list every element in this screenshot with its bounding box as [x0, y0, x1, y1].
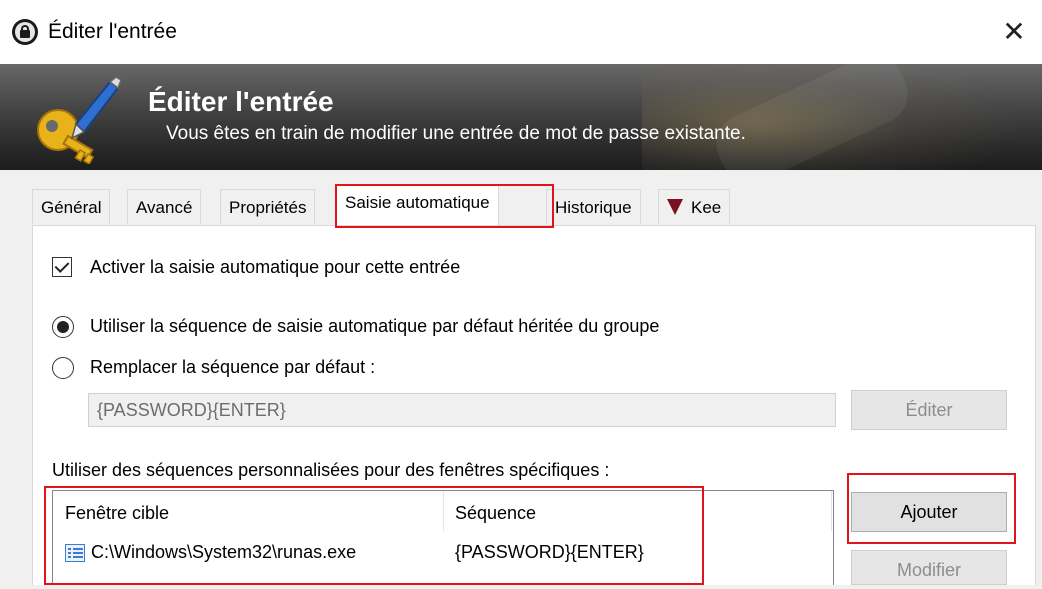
tab-properties[interactable]: Propriétés: [220, 189, 316, 224]
kee-icon: [667, 199, 683, 215]
table-row[interactable]: C:\Windows\System32\runas.exe {PASSWORD}…: [53, 539, 833, 569]
column-header-target-window[interactable]: Fenêtre cible: [65, 503, 169, 524]
modify-button[interactable]: Modifier: [851, 550, 1007, 585]
custom-sequences-label: Utiliser des séquences personnalisées po…: [52, 460, 610, 480]
tab-general[interactable]: Général: [32, 189, 111, 224]
window-title: Éditer l'entrée: [48, 20, 177, 43]
list-header: Fenêtre cible Séquence: [53, 491, 833, 535]
close-button[interactable]: ✕: [1000, 18, 1028, 46]
window-sequence-list[interactable]: Fenêtre cible Séquence C:\Windows\System…: [52, 490, 834, 585]
tab-history[interactable]: Historique: [546, 189, 641, 224]
header-banner: Éditer l'entrée Vous êtes en train de mo…: [0, 64, 1042, 170]
add-button[interactable]: Ajouter: [851, 492, 1007, 532]
enable-autotype-checkbox[interactable]: [52, 257, 72, 277]
column-header-sequence[interactable]: Séquence: [455, 503, 536, 524]
keepass-lock-icon: [12, 19, 38, 45]
tab-advanced[interactable]: Avancé: [127, 189, 202, 224]
tab-kee[interactable]: Kee: [658, 189, 731, 224]
window-list-icon: [65, 544, 85, 562]
enable-autotype-label: Activer la saisie automatique pour cette…: [90, 257, 461, 277]
banner-title: Éditer l'entrée: [148, 86, 334, 117]
inherit-sequence-label: Utiliser la séquence de saisie automatiq…: [90, 316, 660, 336]
row-target-window: C:\Windows\System32\runas.exe: [91, 542, 357, 562]
inherit-sequence-radio[interactable]: [52, 316, 74, 338]
tab-autotype[interactable]: Saisie automatique: [336, 184, 499, 225]
key-pen-icon: [37, 76, 122, 164]
override-sequence-field[interactable]: {PASSWORD}{ENTER}: [88, 393, 836, 427]
edit-sequence-button[interactable]: Éditer: [851, 390, 1007, 430]
row-sequence: {PASSWORD}{ENTER}: [455, 542, 644, 562]
override-sequence-radio[interactable]: [52, 357, 74, 379]
override-sequence-label: Remplacer la séquence par défaut :: [90, 357, 376, 377]
banner-subtitle: Vous êtes en train de modifier une entré…: [166, 123, 746, 144]
title-bar: Éditer l'entrée ✕: [0, 0, 1042, 64]
